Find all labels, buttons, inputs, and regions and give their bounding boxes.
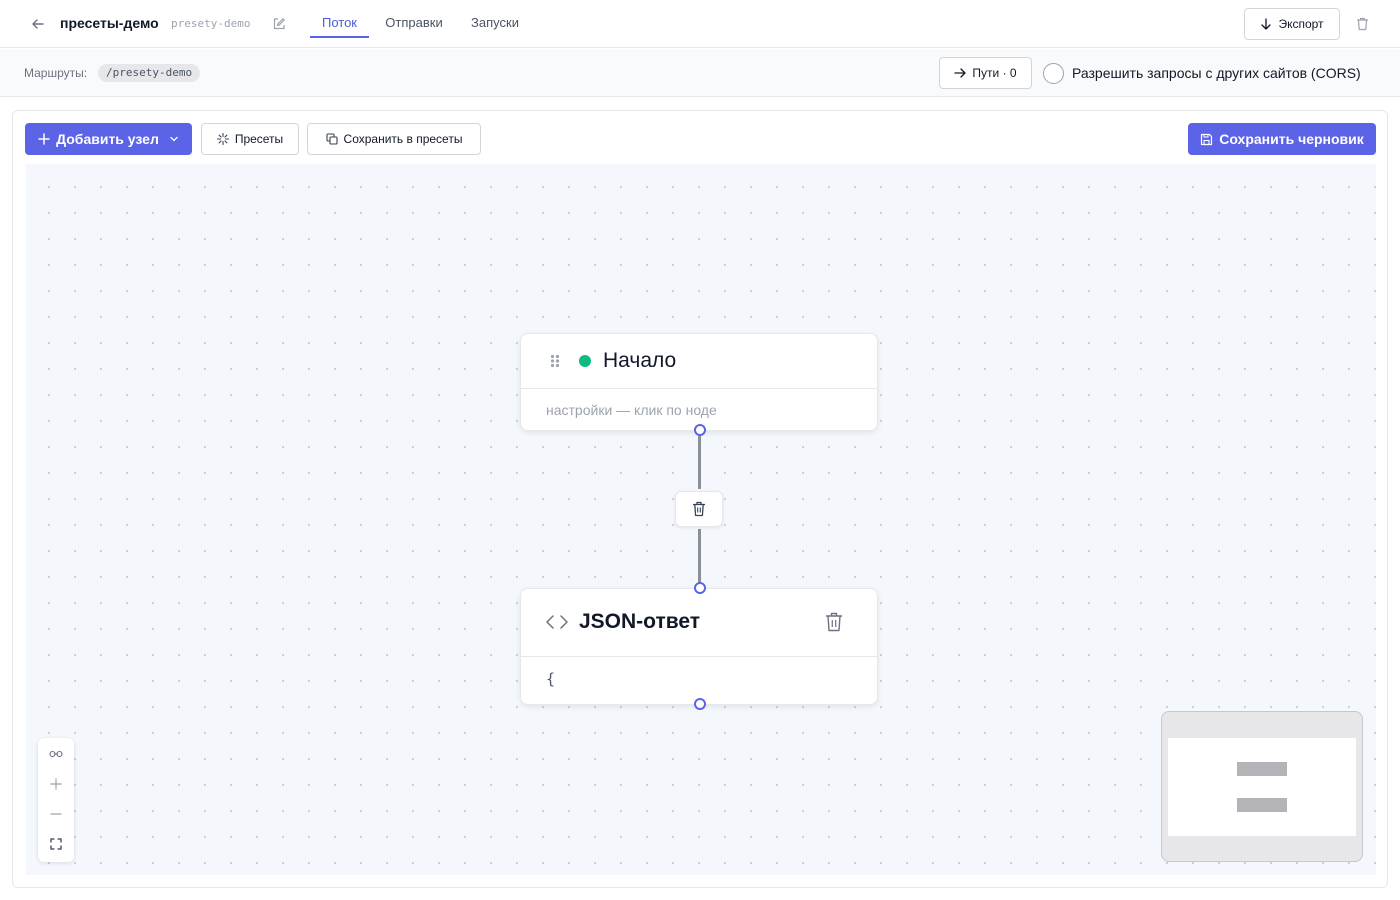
json-node-input-handle[interactable] xyxy=(694,582,706,594)
fit-view-icon xyxy=(50,838,62,850)
tab-runs[interactable]: Запуски xyxy=(462,0,528,38)
plus-icon xyxy=(50,778,62,790)
save-draft-button[interactable]: Сохранить черновик xyxy=(1188,123,1376,155)
trash-icon xyxy=(693,501,705,517)
start-node[interactable]: Начало настройки — клик по ноде xyxy=(520,333,878,431)
minus-icon xyxy=(50,813,62,815)
chevron-down-icon xyxy=(170,136,178,142)
trash-icon[interactable] xyxy=(825,612,843,632)
presets-label: Пресеты xyxy=(234,132,284,146)
copy-icon xyxy=(325,133,338,145)
add-node-label: Добавить узел xyxy=(56,131,159,147)
zoom-in-button[interactable] xyxy=(38,769,74,799)
start-node-output-handle[interactable] xyxy=(694,424,706,436)
routes-bar: Маршруты: /presety-demo Пути · 0 Разреши… xyxy=(0,49,1400,97)
drag-handle-icon[interactable] xyxy=(550,354,560,368)
presets-button[interactable]: Пресеты xyxy=(201,123,299,155)
edge-line-top[interactable] xyxy=(698,436,701,489)
tab-submissions[interactable]: Отправки xyxy=(377,0,451,38)
toggle-link-button[interactable] xyxy=(38,739,74,769)
top-header: пресеты-демо presety-demo Поток Отправки… xyxy=(0,0,1400,48)
sparkle-icon xyxy=(216,133,229,145)
edit-title-button[interactable] xyxy=(270,15,288,33)
status-dot xyxy=(579,355,591,367)
json-node-title: JSON-ответ xyxy=(579,610,701,633)
save-to-presets-label: Сохранить в пресеты xyxy=(343,132,463,146)
start-node-subtitle: настройки — клик по ноде xyxy=(546,402,717,418)
fit-view-button[interactable] xyxy=(38,829,74,859)
save-to-presets-button[interactable]: Сохранить в пресеты xyxy=(307,123,481,155)
export-label: Экспорт xyxy=(1278,17,1324,31)
pencil-icon xyxy=(273,17,286,30)
minimap-node-start xyxy=(1237,762,1287,776)
delete-edge-button[interactable] xyxy=(675,491,723,527)
export-button[interactable]: Экспорт xyxy=(1244,8,1340,40)
arrow-down-icon xyxy=(1261,18,1272,30)
paths-button[interactable]: Пути · 0 xyxy=(939,57,1032,89)
save-draft-label: Сохранить черновик xyxy=(1219,131,1364,147)
link-icon xyxy=(49,750,63,758)
route-chip[interactable]: /presety-demo xyxy=(98,64,201,82)
json-node-header: JSON-ответ xyxy=(521,589,877,657)
plus-icon xyxy=(38,133,50,145)
cors-checkbox[interactable] xyxy=(1043,63,1064,84)
minimap-viewport[interactable] xyxy=(1168,738,1356,836)
paths-label: Пути · 0 xyxy=(972,66,1017,80)
arrow-right-icon xyxy=(954,68,967,78)
routes-label: Маршруты: xyxy=(24,66,88,80)
back-button[interactable] xyxy=(28,14,48,34)
trash-icon xyxy=(1356,17,1368,31)
start-node-title: Начало xyxy=(603,349,677,372)
floppy-icon xyxy=(1201,133,1213,145)
cors-label: Разрешить запросы с других сайтов (CORS) xyxy=(1072,65,1361,81)
start-node-header: Начало xyxy=(521,334,877,389)
flow-title: пресеты-демо xyxy=(60,15,159,31)
add-node-button[interactable]: Добавить узел xyxy=(25,123,192,155)
minimap-node-json xyxy=(1237,798,1287,812)
canvas-controls xyxy=(38,738,74,862)
json-response-node[interactable]: JSON-ответ { xyxy=(520,588,878,705)
delete-flow-button[interactable] xyxy=(1352,14,1372,34)
edge-line-bottom[interactable] xyxy=(698,529,701,583)
zoom-out-button[interactable] xyxy=(38,799,74,829)
flow-slug: presety-demo xyxy=(171,17,251,30)
arrow-left-icon xyxy=(32,19,44,29)
minimap[interactable] xyxy=(1161,711,1363,862)
tab-flow[interactable]: Поток xyxy=(310,0,369,38)
json-node-output-handle[interactable] xyxy=(694,698,706,710)
code-icon xyxy=(546,615,568,629)
json-node-body: { xyxy=(546,670,556,688)
